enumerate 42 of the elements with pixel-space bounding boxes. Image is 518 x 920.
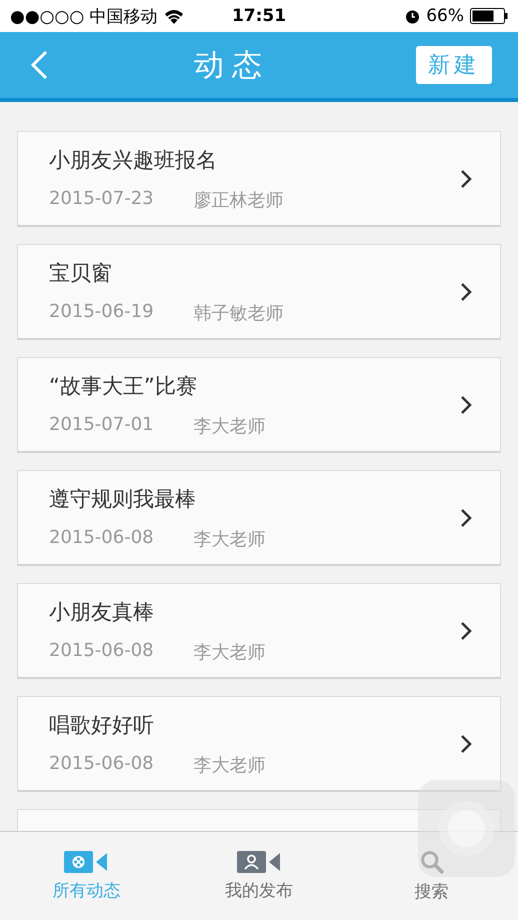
- post-card[interactable]: 小朋友真棒 2015-06-08 李大老师: [17, 583, 501, 679]
- post-card[interactable]: 宝贝窗 2015-06-19 韩子敏老师: [17, 244, 501, 340]
- page-title: 动态: [193, 46, 271, 84]
- post-author: 廖正林老师: [194, 188, 284, 212]
- post-title: 遵守规则我最棒: [49, 486, 197, 512]
- post-date: 2015-06-08: [49, 752, 154, 776]
- post-author: 李大老师: [194, 640, 266, 664]
- assistive-touch-button[interactable]: [418, 780, 515, 877]
- wifi-icon: [164, 8, 184, 24]
- post-title: 宝贝窗: [49, 260, 113, 286]
- post-date: 2015-07-01: [49, 414, 154, 436]
- post-card[interactable]: “故事大王”比赛 2015-07-01 李大老师: [17, 357, 501, 453]
- chevron-right-icon: [460, 168, 472, 188]
- post-card[interactable]: 遵守规则我最棒 2015-06-08 李大老师: [17, 470, 501, 566]
- chevron-right-icon: [460, 394, 472, 414]
- post-author: 韩子敏老师: [194, 302, 284, 324]
- chevron-right-icon: [460, 282, 472, 302]
- alarm-icon: [405, 8, 420, 24]
- post-author: 李大老师: [194, 528, 266, 550]
- post-card[interactable]: 小朋友兴趣班报名 2015-07-23 廖正林老师: [17, 131, 501, 227]
- video-camera-icon: [237, 850, 281, 872]
- chevron-right-icon: [460, 508, 472, 528]
- post-title: 小朋友兴趣班报名: [49, 146, 218, 174]
- post-date: 2015-06-19: [49, 300, 154, 324]
- back-icon[interactable]: [30, 50, 48, 80]
- post-title: 唱歌好好听: [49, 712, 155, 738]
- chevron-right-icon: [460, 734, 472, 754]
- battery-icon: [470, 8, 508, 24]
- post-date: 2015-06-08: [49, 526, 154, 550]
- post-title: “故事大王”比赛: [49, 372, 198, 400]
- tab[interactable]: 我的发布: [172, 832, 346, 920]
- post-card[interactable]: 唱歌好好听 2015-06-08 李大老师: [17, 696, 501, 792]
- post-date: 2015-07-23: [49, 188, 154, 210]
- post-author: 李大老师: [194, 754, 266, 776]
- battery-percentage: 66%: [426, 6, 464, 26]
- post-author: 李大老师: [194, 414, 266, 438]
- clock: 17:51: [232, 6, 286, 26]
- post-date: 2015-06-08: [49, 640, 154, 662]
- carrier-label: ●●○○○ 中国移动: [10, 6, 158, 28]
- video-camera-icon: [64, 850, 108, 872]
- post-title: 小朋友真棒: [49, 598, 155, 626]
- chevron-right-icon: [460, 620, 472, 640]
